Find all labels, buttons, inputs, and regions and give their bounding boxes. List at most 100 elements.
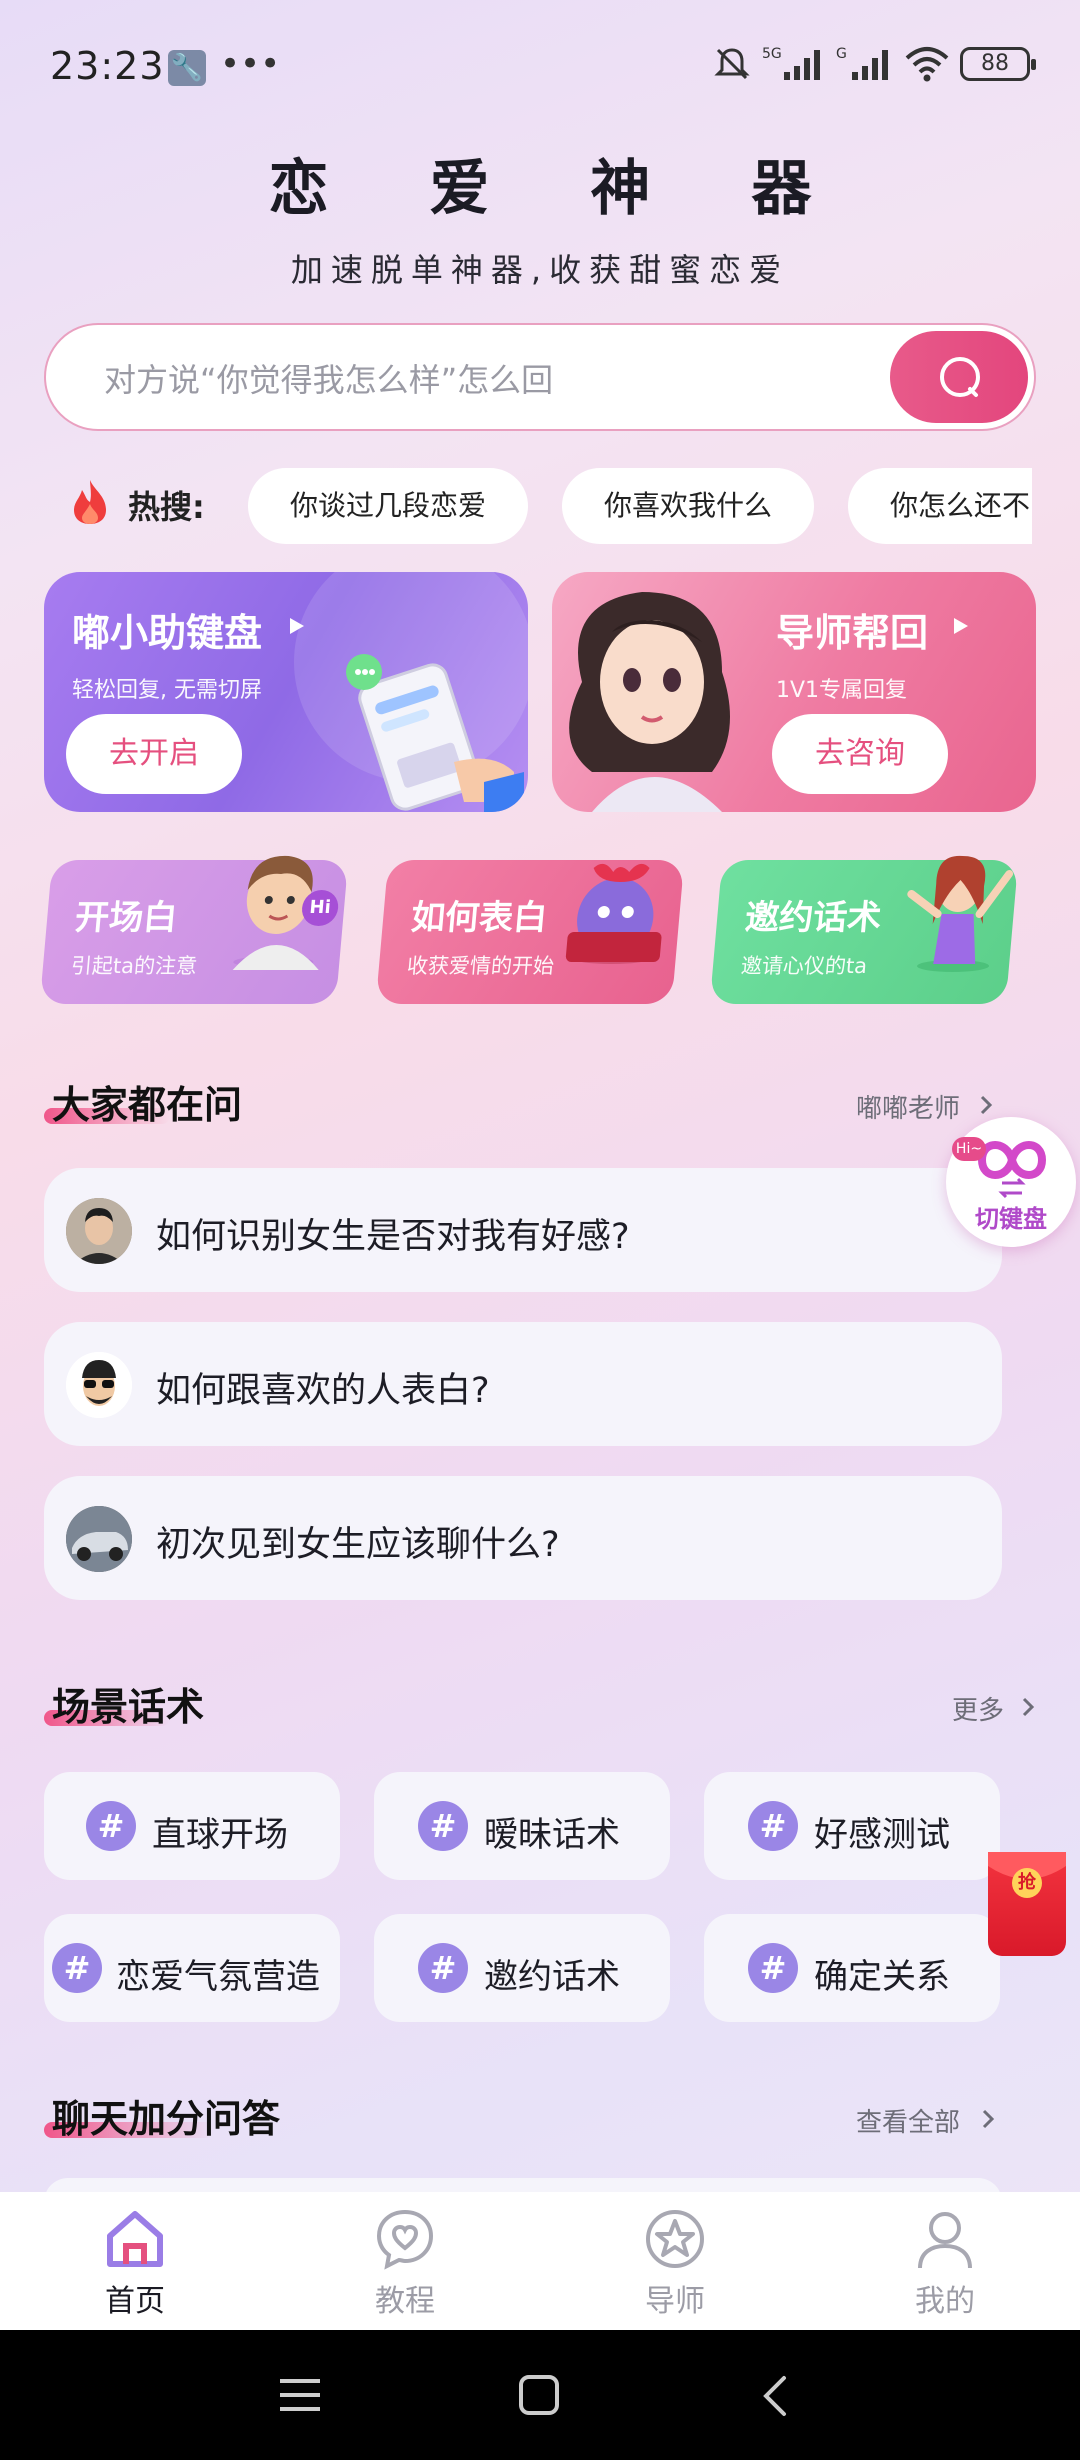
question-text: 初次见到女生应该聊什么? (156, 1525, 560, 1565)
hot-chip[interactable]: 你谈过几段恋爱 (248, 468, 529, 544)
mute-icon (714, 48, 750, 80)
mentor-feature-subtitle: 1V1专属回复 (776, 678, 908, 703)
hashtag-icon: # (86, 1801, 136, 1851)
phone-hand-illustration (346, 654, 524, 812)
hashtag-icon: # (748, 1801, 798, 1851)
status-icons: 5G G 88 (712, 44, 1036, 84)
nav-label: 首页 (105, 2284, 165, 2319)
nav-tutorial[interactable]: 教程 (270, 2192, 540, 2330)
scene-chip[interactable]: # 直球开场 (44, 1772, 340, 1880)
hashtag-icon: # (418, 1943, 468, 1993)
hashtag-icon: # (418, 1801, 468, 1851)
mentor-feature-card[interactable]: 导师帮回 1V1专属回复 去咨询 (552, 572, 1036, 812)
wrench-icon: 🔧 (168, 50, 206, 86)
mini-card-title: 开场白 (73, 898, 179, 938)
scene-chip[interactable]: # 确定关系 (704, 1914, 1000, 2022)
keyboard-feature-subtitle: 轻松回复, 无需切屏 (72, 678, 262, 703)
app-subtitle: 加速脱单神器,收获甜蜜恋爱 (290, 251, 790, 289)
search-bar[interactable]: 对方说“你觉得我怎么样”怎么回 (44, 323, 1036, 431)
nav-profile[interactable]: 我的 (810, 2192, 1080, 2330)
qa-section-title: 聊天加分问答 (52, 2097, 281, 2141)
question-card[interactable]: 如何识别女生是否对我有好感? (44, 1168, 1002, 1292)
avatar (66, 1352, 132, 1418)
bottom-nav: 首页 教程 导师 我的 (0, 2192, 1080, 2330)
nav-home[interactable]: 首页 (0, 2192, 270, 2330)
scene-chip-label: 暧昧话术 (484, 1815, 620, 1855)
signal-g-icon: G (836, 46, 888, 80)
chevron-right-icon[interactable] (980, 2108, 996, 2130)
qa-more-link[interactable]: 查看全部 (856, 2102, 960, 2139)
keyboard-feature-card[interactable]: 嘟小助键盘 轻松回复, 无需切屏 去开启 (44, 572, 528, 812)
question-card[interactable]: 初次见到女生应该聊什么? (44, 1476, 1002, 1600)
play-arrow-icon (290, 618, 304, 634)
switch-keyboard-button[interactable]: Hi~ 切键盘 (946, 1117, 1076, 1247)
app-title: 恋 爱 神 器 (268, 154, 852, 224)
scene-chip[interactable]: # 好感测试 (704, 1772, 1000, 1880)
svg-text:G: G (836, 46, 847, 62)
ask-section-title: 大家都在问 (52, 1083, 243, 1127)
question-card[interactable]: 如何跟喜欢的人表白? (44, 1322, 1002, 1446)
user-icon (918, 2212, 972, 2269)
signal-5g-icon: 5G (762, 46, 820, 80)
scene-chip-label: 邀约话术 (484, 1957, 620, 1997)
scenes-section-title: 场景话术 (52, 1685, 205, 1729)
avatar (66, 1198, 132, 1264)
hot-search-list[interactable]: 你谈过几段恋爱 你喜欢我什么 你怎么还不 (248, 464, 1032, 548)
system-nav-bar (0, 2330, 1080, 2460)
menu-icon[interactable] (278, 2376, 322, 2414)
hot-chip[interactable]: 你怎么还不 (848, 468, 1032, 544)
fire-icon (74, 480, 106, 524)
mini-card-title: 如何表白 (409, 898, 549, 938)
scene-chip-label: 好感测试 (814, 1815, 950, 1855)
home-icon (107, 2211, 163, 2267)
battery-indicator: 88 (960, 47, 1036, 81)
ask-more-link[interactable]: 嘟嘟老师 (856, 1088, 960, 1125)
status-time: 23:23 (50, 44, 165, 88)
svg-text:5G: 5G (762, 46, 782, 62)
nav-label: 导师 (645, 2284, 705, 2319)
nav-label: 我的 (915, 2284, 975, 2319)
search-input[interactable]: 对方说“你觉得我怎么样”怎么回 (104, 355, 553, 401)
chevron-right-icon[interactable] (1020, 1696, 1036, 1718)
girl-waving-illustration (907, 855, 1014, 972)
mini-card-subtitle: 引起ta的注意 (69, 954, 199, 978)
mini-card-title: 邀约话术 (743, 898, 883, 938)
chat-heart-icon (376, 2209, 434, 2270)
scene-chip[interactable]: # 恋爱气氛营造 (44, 1914, 340, 2022)
search-button[interactable] (890, 331, 1028, 423)
star-badge-icon (646, 2210, 704, 2268)
purple-monster-illustration (565, 863, 662, 964)
mini-card-subtitle: 收获爱情的开始 (405, 954, 556, 978)
red-packet-button[interactable]: 抢 (988, 1852, 1066, 1956)
home-square-icon[interactable] (518, 2374, 560, 2416)
mentor-feature-title: 导师帮回 (776, 611, 929, 655)
scene-chip[interactable]: # 邀约话术 (374, 1914, 670, 2022)
play-arrow-icon (954, 618, 968, 634)
chevron-right-icon[interactable] (978, 1094, 994, 1116)
hot-chip[interactable]: 你喜欢我什么 (562, 468, 815, 544)
scene-chip[interactable]: # 暧昧话术 (374, 1772, 670, 1880)
red-packet-label: 抢 (1012, 1868, 1042, 1898)
status-bar: 23:23 🔧 ••• 5G G 88 (0, 0, 1080, 130)
switch-keyboard-label: 切键盘 (975, 1205, 1047, 1233)
hashtag-icon: # (748, 1943, 798, 1993)
enable-keyboard-button[interactable]: 去开启 (66, 714, 242, 794)
hot-search-label: 热搜: (128, 488, 205, 526)
mini-card-subtitle: 邀请心仪的ta (739, 954, 869, 978)
swap-arrows-icon (998, 1177, 1026, 1199)
scene-chip-label: 恋爱气氛营造 (116, 1957, 320, 1997)
question-text: 如何跟喜欢的人表白? (156, 1371, 490, 1411)
mini-card-opening[interactable]: 开场白 引起ta的注意 Hi (39, 855, 349, 1004)
avatar (66, 1506, 132, 1572)
consult-button[interactable]: 去咨询 (772, 714, 948, 794)
mini-card-confess[interactable]: 如何表白 收获爱情的开始 (375, 860, 685, 1004)
mentor-girl-illustration (569, 592, 730, 812)
search-icon (940, 357, 980, 397)
back-icon[interactable] (760, 2374, 790, 2418)
scenes-more-link[interactable]: 更多 (952, 1690, 1004, 1727)
question-text: 如何识别女生是否对我有好感? (156, 1217, 630, 1257)
mini-card-invite[interactable]: 邀约话术 邀请心仪的ta (709, 855, 1019, 1004)
nav-mentor[interactable]: 导师 (540, 2192, 810, 2330)
hashtag-icon: # (52, 1943, 102, 1993)
hi-badge: Hi~ (952, 1137, 986, 1161)
